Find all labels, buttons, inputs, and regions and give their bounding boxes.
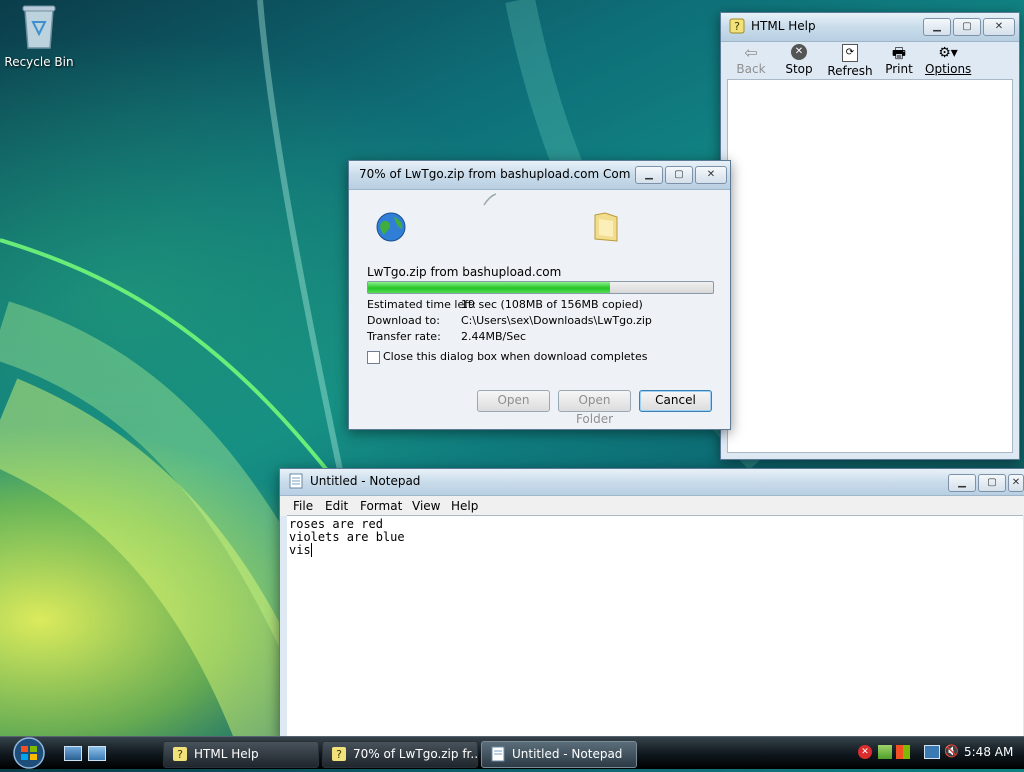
back-arrow-icon: ⇦ bbox=[744, 43, 758, 62]
desktop-icon-recycle-bin[interactable]: Recycle Bin bbox=[4, 4, 74, 69]
text-line-current: vis bbox=[289, 543, 312, 557]
menu-format[interactable]: Format bbox=[360, 496, 402, 516]
security-alert-icon[interactable]: ✕ bbox=[858, 745, 872, 759]
download-progress-fill bbox=[368, 282, 610, 293]
monitor-icon[interactable] bbox=[924, 745, 940, 759]
toolbar-back-button[interactable]: ⇦ Back bbox=[733, 43, 769, 77]
toolbar-refresh-button[interactable]: ⟳ Refresh bbox=[827, 44, 873, 78]
printer-icon: 🖶 bbox=[891, 44, 907, 62]
globe-icon bbox=[376, 212, 406, 242]
refresh-icon: ⟳ bbox=[842, 44, 858, 62]
volume-muted-icon[interactable]: 🔇 bbox=[944, 744, 959, 758]
recycle-bin-icon bbox=[22, 5, 56, 49]
folder-icon bbox=[594, 212, 618, 242]
taskbar: ? HTML Help ? 70% of LwTgo.zip fr... Unt… bbox=[0, 736, 1024, 769]
notepad-titlebar[interactable]: Untitled - Notepad ▁ ▢ ✕ bbox=[280, 469, 1024, 496]
taskbar-button-download[interactable]: ? 70% of LwTgo.zip fr... bbox=[322, 741, 478, 768]
show-desktop-icon[interactable] bbox=[64, 746, 82, 761]
est-time-label: Estimated time left: bbox=[367, 298, 476, 311]
svg-text:?: ? bbox=[734, 20, 740, 33]
maximize-button[interactable]: ▢ bbox=[953, 18, 981, 36]
download-to-label: Download to: bbox=[367, 314, 440, 327]
windows-orb-icon bbox=[13, 737, 45, 769]
html-help-titlebar[interactable]: ? HTML Help ▁ ▢ ✕ bbox=[721, 13, 1019, 42]
help-icon: ? bbox=[173, 747, 187, 761]
close-when-done-label: Close this dialog box when download comp… bbox=[383, 350, 648, 363]
switch-windows-icon[interactable] bbox=[88, 746, 106, 761]
close-button[interactable]: ✕ bbox=[695, 166, 727, 184]
window-title: 70% of LwTgo.zip from bashupload.com Com… bbox=[359, 167, 631, 181]
minimize-button[interactable]: ▁ bbox=[635, 166, 663, 184]
toolbar-options-button[interactable]: ⚙▾ Options bbox=[925, 44, 971, 76]
windows-flag-icon[interactable] bbox=[896, 745, 910, 759]
download-to-value: C:\Users\sex\Downloads\LwTgo.zip bbox=[461, 314, 652, 327]
network-icon[interactable] bbox=[878, 745, 892, 759]
html-help-content[interactable] bbox=[727, 79, 1013, 453]
download-file-label: LwTgo.zip from bashupload.com bbox=[367, 265, 562, 279]
close-when-done-checkbox[interactable] bbox=[367, 351, 380, 364]
close-button[interactable]: ✕ bbox=[1008, 474, 1024, 492]
html-help-window[interactable]: ? HTML Help ▁ ▢ ✕ ⇦ Back ✕ Stop ⟳ Refres… bbox=[720, 12, 1020, 460]
maximize-button[interactable]: ▢ bbox=[978, 474, 1006, 492]
clock[interactable]: 5:48 AM bbox=[964, 745, 1013, 759]
html-help-toolbar: ⇦ Back ✕ Stop ⟳ Refresh 🖶 Print ⚙▾ Optio… bbox=[721, 42, 1019, 80]
toolbar-print-button[interactable]: 🖶 Print bbox=[881, 44, 917, 76]
menu-view[interactable]: View bbox=[412, 496, 440, 516]
help-icon: ? bbox=[332, 747, 346, 761]
menu-file[interactable]: File bbox=[293, 496, 313, 516]
taskbar-button-html-help[interactable]: ? HTML Help bbox=[163, 741, 319, 768]
notepad-menubar: File Edit Format View Help bbox=[280, 496, 1024, 516]
download-titlebar[interactable]: 70% of LwTgo.zip from bashupload.com Com… bbox=[349, 161, 730, 190]
menu-help[interactable]: Help bbox=[451, 496, 478, 516]
text-line: violets are blue bbox=[289, 530, 405, 544]
text-cursor bbox=[310, 543, 312, 557]
notepad-icon bbox=[289, 473, 303, 489]
window-title: HTML Help bbox=[751, 19, 816, 33]
svg-text:?: ? bbox=[336, 748, 342, 761]
transfer-rate-value: 2.44MB/Sec bbox=[461, 330, 527, 343]
download-progress-bar bbox=[367, 281, 714, 294]
menu-edit[interactable]: Edit bbox=[325, 496, 348, 516]
notepad-text-area[interactable]: roses are red violets are blue vis bbox=[287, 515, 1023, 737]
toolbar-stop-button[interactable]: ✕ Stop bbox=[781, 44, 817, 76]
desktop-icon-label: Recycle Bin bbox=[4, 55, 74, 69]
open-folder-button[interactable]: Open Folder bbox=[558, 390, 631, 426]
open-button[interactable]: Open bbox=[477, 390, 550, 412]
est-time-value: 19 sec (108MB of 156MB copied) bbox=[461, 298, 643, 311]
taskbar-button-notepad[interactable]: Untitled - Notepad bbox=[481, 741, 637, 768]
stop-icon: ✕ bbox=[791, 44, 807, 60]
options-icon: ⚙▾ bbox=[938, 45, 958, 61]
download-dialog[interactable]: 70% of LwTgo.zip from bashupload.com Com… bbox=[348, 160, 731, 430]
minimize-button[interactable]: ▁ bbox=[948, 474, 976, 492]
svg-text:?: ? bbox=[177, 748, 183, 761]
close-button[interactable]: ✕ bbox=[983, 18, 1015, 36]
minimize-button[interactable]: ▁ bbox=[923, 18, 951, 36]
notepad-icon bbox=[491, 746, 505, 762]
window-title: Untitled - Notepad bbox=[310, 474, 421, 488]
system-tray: ✕ 🔇 5:48 AM bbox=[852, 741, 1020, 766]
help-icon: ? bbox=[729, 18, 745, 34]
notepad-window[interactable]: Untitled - Notepad ▁ ▢ ✕ File Edit Forma… bbox=[279, 468, 1024, 738]
maximize-button[interactable]: ▢ bbox=[665, 166, 693, 184]
flying-document-icon bbox=[483, 193, 497, 206]
transfer-rate-label: Transfer rate: bbox=[367, 330, 441, 343]
start-button[interactable] bbox=[8, 737, 50, 769]
cancel-button[interactable]: Cancel bbox=[639, 390, 712, 412]
